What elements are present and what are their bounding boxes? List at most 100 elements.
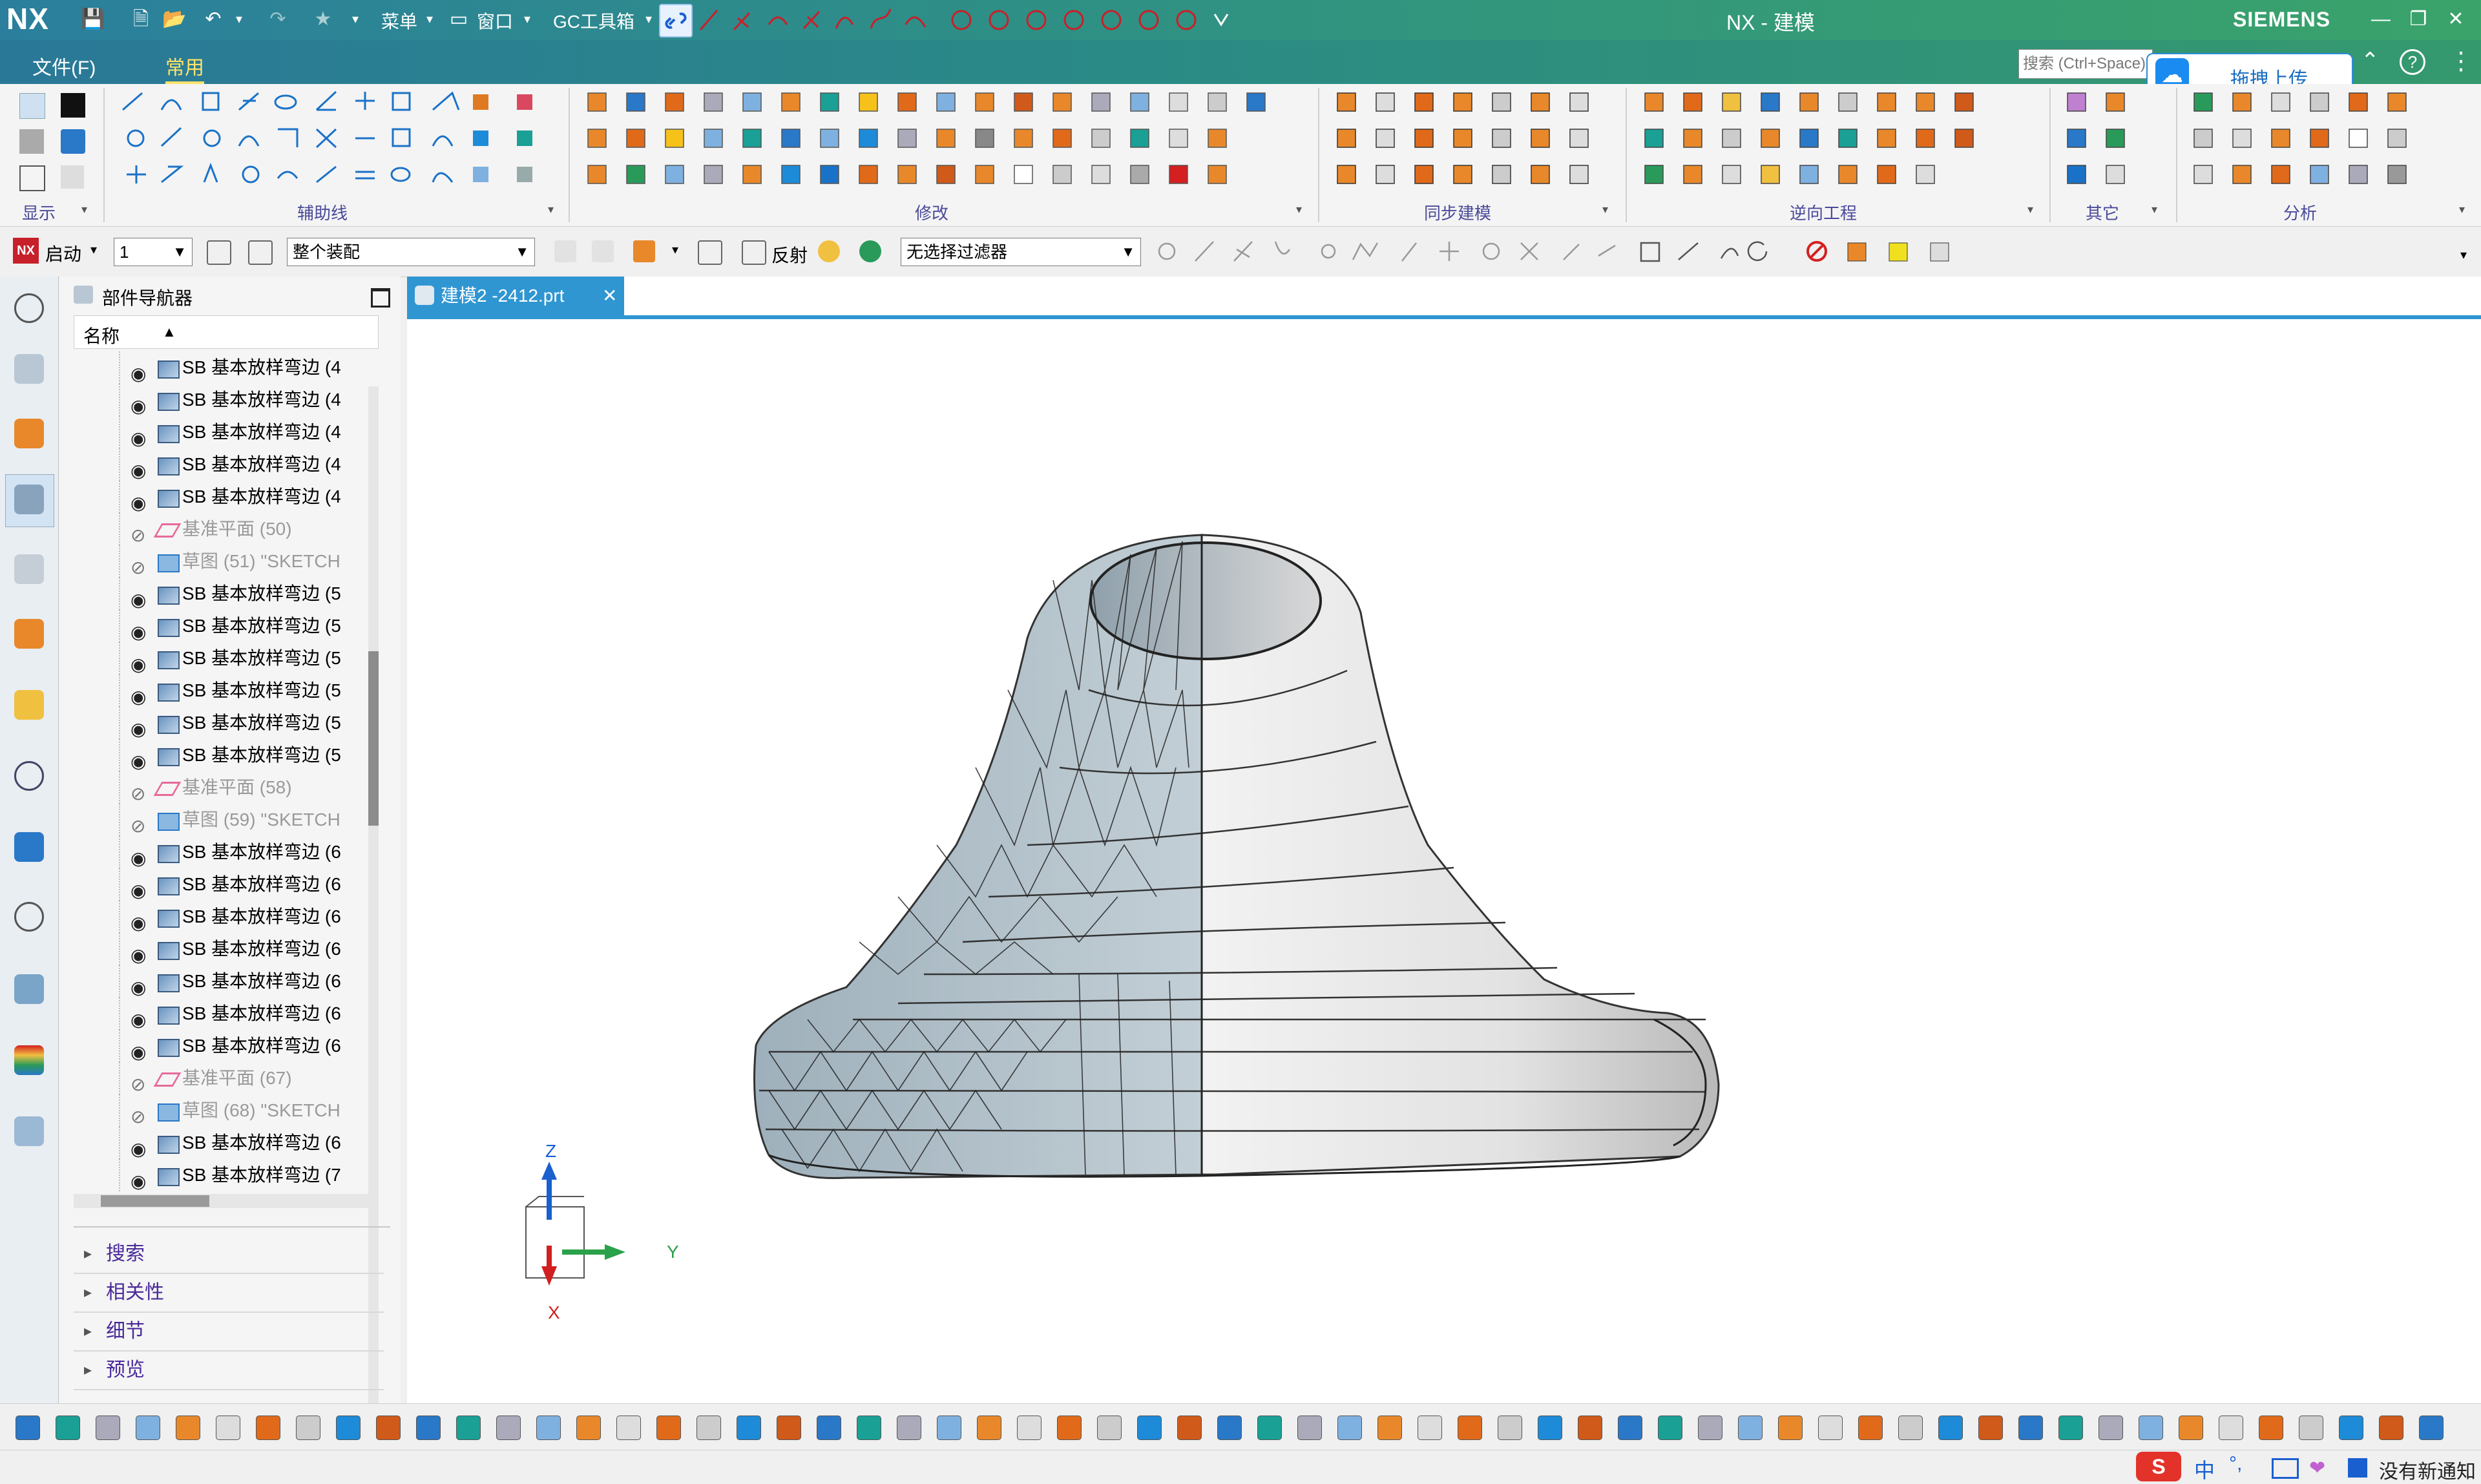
sort-ascending-icon[interactable]: ▲ [162, 324, 176, 340]
eye-hidden-icon[interactable]: ⊘ [131, 810, 145, 836]
bottom-tool-icon[interactable] [376, 1416, 401, 1440]
snap-dropdown-icon[interactable]: ▾ [672, 242, 678, 258]
tree-node[interactable]: ◉ SB 基本放样弯边 (6 [74, 868, 377, 901]
bottom-tool-icon[interactable] [2379, 1416, 2403, 1440]
eye-visible-icon[interactable]: ◉ [131, 875, 146, 901]
eye-visible-icon[interactable]: ◉ [131, 649, 146, 674]
eye-hidden-icon[interactable]: ⊘ [131, 519, 145, 545]
eye-visible-icon[interactable]: ◉ [131, 713, 146, 739]
command-search-input[interactable]: 搜索 (Ctrl+Space) [2018, 49, 2153, 79]
tree-node[interactable]: ◉ SB 基本放样弯边 (6 [74, 1030, 377, 1062]
bottom-tool-icon[interactable] [416, 1416, 441, 1440]
bottom-tool-icon[interactable] [696, 1416, 721, 1440]
eye-visible-icon[interactable]: ◉ [131, 746, 146, 771]
bottom-tool-icon[interactable] [2179, 1416, 2203, 1440]
eye-visible-icon[interactable]: ◉ [131, 616, 146, 642]
eye-visible-icon[interactable]: ◉ [131, 487, 146, 513]
snap-point-tools-strip[interactable] [1153, 236, 2018, 266]
roles-tools-icon[interactable] [14, 974, 44, 1004]
eye-visible-icon[interactable]: ◉ [131, 1133, 146, 1159]
tree-node[interactable]: ◉ SB 基本放样弯边 (4 [74, 481, 377, 513]
constraint-navigator-icon[interactable] [14, 419, 44, 448]
bottom-tool-icon[interactable] [1698, 1416, 1722, 1440]
bottom-tool-icon[interactable] [336, 1416, 361, 1440]
sogou-ime-icon[interactable]: S [2136, 1452, 2181, 1481]
filter2-icon[interactable] [592, 240, 614, 262]
bottom-tool-icon[interactable] [2419, 1416, 2444, 1440]
modify-tools-grid[interactable] [581, 88, 1299, 198]
bottom-tool-icon[interactable] [1297, 1416, 1322, 1440]
bottom-tool-icon[interactable] [1858, 1416, 1883, 1440]
group-expand-icon[interactable]: ▾ [548, 203, 554, 216]
bottom-tool-icon[interactable] [176, 1416, 200, 1440]
info-icon[interactable] [14, 761, 44, 791]
bottom-tool-icon[interactable] [296, 1416, 320, 1440]
horizontal-scrollbar-thumb[interactable] [101, 1195, 209, 1207]
skin-icon[interactable]: ❤ [2309, 1457, 2325, 1479]
bottom-tool-icon[interactable] [136, 1416, 160, 1440]
palette-icon[interactable] [14, 1045, 44, 1075]
menu-dropdown[interactable]: 菜单 [381, 8, 417, 34]
toolbox-grid-icon[interactable] [2348, 1458, 2367, 1478]
eye-visible-icon[interactable]: ◉ [131, 939, 146, 965]
bottom-tool-icon[interactable] [2299, 1416, 2323, 1440]
filter-icon[interactable] [554, 240, 576, 262]
nx-start-icon[interactable]: NX [13, 238, 39, 264]
eye-visible-icon[interactable]: ◉ [131, 1165, 146, 1191]
punctuation-icon[interactable]: °, [2229, 1453, 2242, 1475]
reuse-library-icon[interactable] [14, 554, 44, 584]
select-arrow-icon[interactable] [698, 240, 722, 265]
bottom-tool-icon[interactable] [1978, 1416, 2003, 1440]
bottom-tool-icon[interactable] [96, 1416, 120, 1440]
tree-node[interactable]: ◉ SB 基本放样弯边 (6 [74, 836, 377, 868]
bottom-tool-icon[interactable] [777, 1416, 801, 1440]
settings-gear-icon[interactable] [207, 240, 231, 265]
bottom-tool-icon[interactable] [737, 1416, 761, 1440]
save-icon[interactable]: 💾 [80, 6, 106, 32]
window-dropdown[interactable]: 窗口 [477, 8, 513, 34]
bottom-tool-icon[interactable] [496, 1416, 521, 1440]
analysis-tools-grid[interactable] [2188, 88, 2446, 198]
undo-icon[interactable]: ↶ [200, 6, 226, 32]
wireframe-icon[interactable] [19, 165, 45, 191]
bottom-tool-icon[interactable] [536, 1416, 561, 1440]
help-icon[interactable]: ? [2400, 49, 2425, 75]
shading-icon[interactable] [61, 129, 85, 154]
system-materials-icon[interactable] [14, 1116, 44, 1146]
tree-node[interactable]: ◉ SB 基本放样弯边 (5 [74, 739, 377, 771]
eye-hidden-icon[interactable]: ⊘ [131, 778, 145, 804]
window-icon[interactable]: ▭ [446, 6, 472, 32]
reflect-button[interactable]: 反射 [771, 242, 808, 267]
reflect-icon[interactable] [742, 240, 766, 265]
other-tools-grid[interactable] [2061, 88, 2164, 198]
group-expand-icon[interactable]: ▾ [81, 203, 87, 216]
vertical-scrollbar-thumb[interactable] [368, 651, 379, 826]
eye-visible-icon[interactable]: ◉ [131, 842, 146, 868]
bottom-tool-icon[interactable] [576, 1416, 601, 1440]
eye-visible-icon[interactable]: ◉ [131, 907, 146, 933]
selbar-overflow-icon[interactable]: ▾ [2460, 247, 2467, 263]
bottom-tool-icon[interactable] [1458, 1416, 1482, 1440]
layer-select[interactable]: 1 ▼ [114, 238, 193, 266]
bottom-tool-icon[interactable] [897, 1416, 921, 1440]
bottom-tool-icon[interactable] [2259, 1416, 2283, 1440]
bottom-tool-icon[interactable] [1337, 1416, 1362, 1440]
group-expand-icon[interactable]: ▾ [1602, 203, 1608, 216]
tree-node[interactable]: ◉ SB 基本放样弯边 (4 [74, 351, 377, 384]
selection-scope-select[interactable]: 整个装配 ▼ [287, 238, 535, 266]
web-browser-icon[interactable] [14, 690, 44, 720]
bottom-tool-icon[interactable] [1137, 1416, 1162, 1440]
copy-icon[interactable] [248, 240, 273, 265]
tree-node[interactable]: ◉ SB 基本放样弯边 (6 [74, 998, 377, 1030]
hidden-icon[interactable] [61, 165, 84, 189]
more-options-icon[interactable]: ⋮ [2449, 47, 2473, 76]
restore-button[interactable]: ❐ [2402, 5, 2434, 34]
eye-visible-icon[interactable]: ◉ [131, 390, 146, 416]
section-3[interactable]: ▸ 预览 [74, 1352, 384, 1390]
group-expand-icon[interactable]: ▾ [2459, 203, 2465, 216]
bottom-tool-icon[interactable] [1057, 1416, 1082, 1440]
bottom-tool-icon[interactable] [616, 1416, 641, 1440]
history-clock-icon[interactable] [14, 902, 44, 932]
bottom-tool-icon[interactable] [1377, 1416, 1402, 1440]
new-file-icon[interactable]: 🗎 [128, 6, 154, 32]
